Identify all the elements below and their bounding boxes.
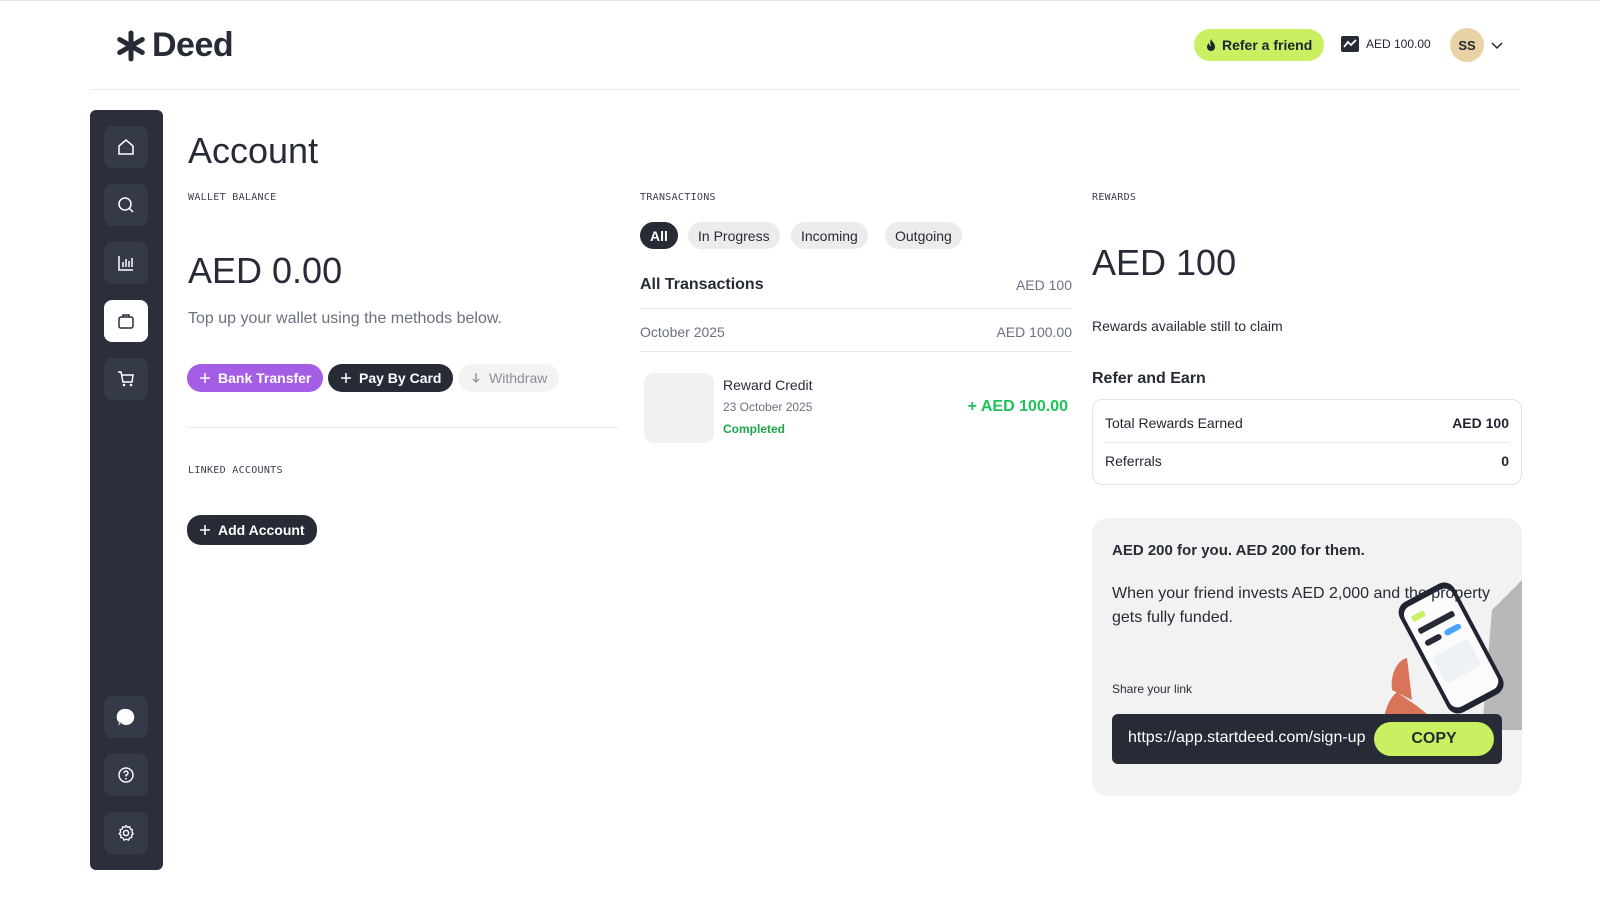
wallet-divider [188,427,618,428]
referral-promo-card: AED 200 for you. AED 200 for them. When … [1092,518,1522,796]
promo-body: When your friend invests AED 2,000 and t… [1112,585,1490,626]
sidebar-item-portfolio[interactable] [104,242,148,284]
tab-in-progress[interactable]: In Progress [688,222,780,249]
sidebar-item-search[interactable] [104,184,148,226]
pay-by-card-label: Pay By Card [359,370,442,386]
promo-title: AED 200 for you. AED 200 for them. [1112,542,1365,559]
tab-all[interactable]: All [640,222,678,249]
wallet-bag-icon [118,314,134,329]
page-title: Account [188,130,319,171]
help-icon [118,767,134,783]
refer-a-friend-button[interactable]: Refer a friend [1194,29,1325,61]
logo-text: Deed [152,26,234,64]
sidebar-item-settings[interactable] [104,812,148,854]
share-link-label: Share your link [1112,682,1193,696]
transaction-status: Completed [723,422,786,436]
withdraw-label: Withdraw [489,370,548,386]
chat-bubble-icon [116,708,135,725]
chevron-down-icon[interactable] [1490,38,1504,52]
refer-and-earn-heading: Refer and Earn [1092,370,1206,387]
wallet-balance-amount: AED 0.00 [188,250,343,291]
sidebar-item-account[interactable] [104,300,148,342]
logo-asterisk-icon [117,30,145,61]
copy-link-button[interactable]: COPY [1374,722,1494,756]
transactions-label: TRANSACTIONS [640,192,716,203]
chart-trend-icon [1341,36,1359,52]
add-account-button[interactable]: Add Account [187,515,317,545]
rewards-label: REWARDS [1092,192,1137,203]
arrow-down-icon [472,373,480,383]
home-icon [118,139,134,155]
linked-accounts-label: LINKED ACCOUNTS [188,465,283,476]
transaction-thumbnail [644,373,714,443]
all-transactions-heading: All Transactions [640,276,764,293]
header-balance-value: AED 100.00 [1366,37,1431,51]
sidebar-item-chat[interactable] [104,696,148,738]
total-rewards-value: AED 100 [1452,415,1509,431]
transaction-title[interactable]: Reward Credit [723,377,812,393]
transactions-divider-1 [640,308,1072,309]
referrals-label: Referrals [1105,453,1162,469]
referrals-value: 0 [1501,453,1509,469]
plus-icon [341,373,351,383]
total-rewards-label: Total Rewards Earned [1105,415,1243,431]
sidebar-item-marketplace[interactable] [104,358,148,400]
rewards-subtitle: Rewards available still to claim [1092,318,1283,334]
refer-label: Refer a friend [1222,37,1313,53]
month-label: October 2025 [640,324,725,340]
gear-icon [118,824,134,841]
plus-icon [200,525,210,535]
search-icon [118,197,134,213]
add-account-label: Add Account [218,522,305,538]
bank-transfer-button[interactable]: Bank Transfer [187,364,324,392]
wallet-balance-label: WALLET BALANCE [188,192,277,203]
sidebar-item-help[interactable] [104,754,148,796]
rewards-amount: AED 100 [1092,242,1237,283]
cart-icon [118,371,134,387]
bar-chart-icon [118,256,133,271]
tab-incoming[interactable]: Incoming [791,222,868,249]
transaction-amount: + AED 100.00 [967,398,1068,415]
month-total: AED 100.00 [996,324,1073,340]
withdraw-button[interactable]: Withdraw [458,364,560,392]
bank-transfer-label: Bank Transfer [218,370,312,386]
pay-by-card-button[interactable]: Pay By Card [328,364,454,392]
sidebar-item-home[interactable] [104,126,148,168]
logo[interactable]: Deed [114,26,234,65]
all-transactions-total: AED 100 [1015,277,1072,293]
top-header: Deed Refer a friend AED 100.00 SS [90,0,1520,90]
rewards-summary-box: Total Rewards Earned AED 100 Referrals 0 [1092,399,1522,485]
rewards-box-divider [1105,442,1509,443]
tab-outgoing[interactable]: Outgoing [885,222,962,249]
header-balance[interactable]: AED 100.00 [1340,35,1431,53]
avatar[interactable]: SS [1450,28,1484,62]
transactions-divider-2 [640,351,1072,352]
share-link-field[interactable]: https://app.startdeed.com/sign-up COPY [1112,714,1502,764]
share-link-text[interactable]: https://app.startdeed.com/sign-up [1128,729,1378,747]
flame-icon [1207,39,1215,51]
plus-icon [200,373,210,383]
wallet-hint: Top up your wallet using the methods bel… [188,310,502,327]
sidebar [90,110,163,870]
transaction-date: 23 October 2025 [723,400,813,414]
